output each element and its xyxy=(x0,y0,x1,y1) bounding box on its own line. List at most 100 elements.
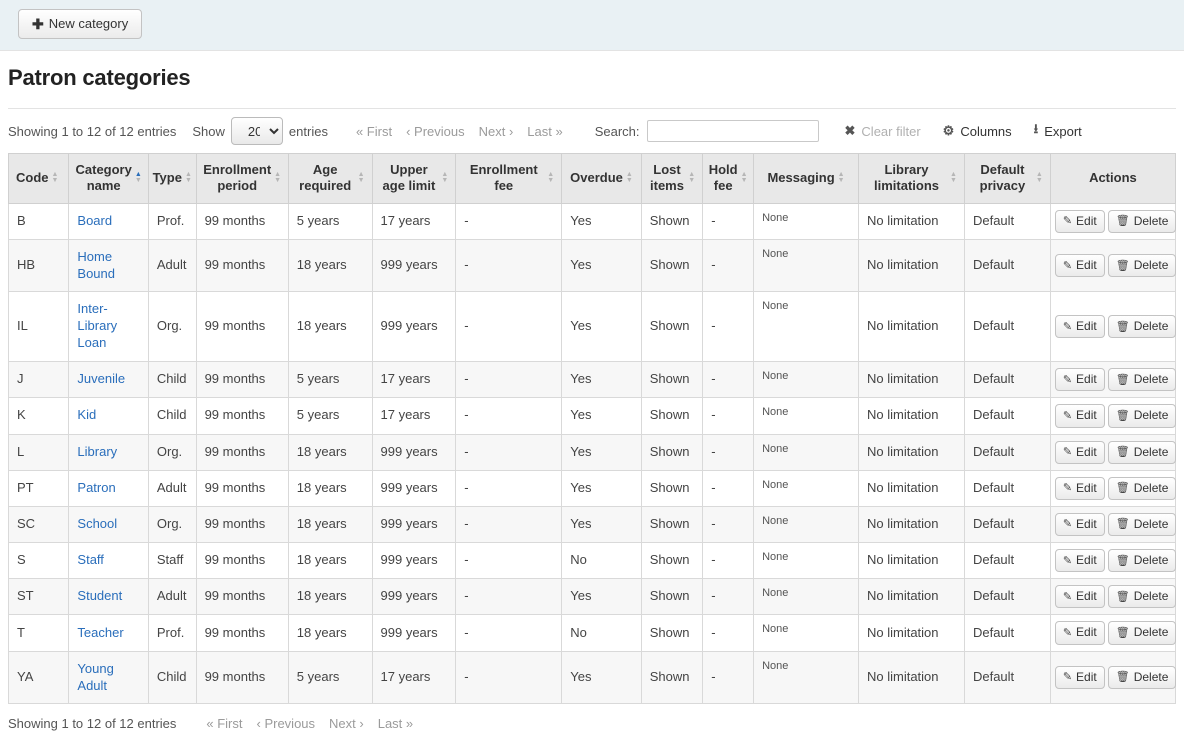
edit-button[interactable]: ✎Edit xyxy=(1055,585,1105,608)
column-header-library-limitations[interactable]: Library limitations▲▼ xyxy=(858,154,964,204)
page-length-select[interactable]: 102050100All xyxy=(231,117,283,145)
column-header-label: Upper age limit xyxy=(380,162,439,195)
delete-button[interactable]: 🗑Delete xyxy=(1108,254,1177,277)
cell-library-limitations: No limitation xyxy=(858,362,964,398)
pagination-last[interactable]: Last » xyxy=(527,124,562,139)
edit-button[interactable]: ✎Edit xyxy=(1055,315,1105,338)
export-button[interactable]: ⭳ Export xyxy=(1034,120,1082,142)
edit-label: Edit xyxy=(1076,320,1097,333)
edit-button[interactable]: ✎Edit xyxy=(1055,441,1105,464)
table-row: STStudentAdult99 months18 years999 years… xyxy=(9,579,1176,615)
gear-icon: ⚙ xyxy=(943,123,955,139)
column-header-messaging[interactable]: Messaging▲▼ xyxy=(754,154,859,204)
delete-button[interactable]: 🗑Delete xyxy=(1108,368,1177,391)
cell-messaging: None xyxy=(754,292,859,362)
cell-code: HB xyxy=(9,239,69,292)
column-header-enrollment-period[interactable]: Enrollment period▲▼ xyxy=(196,154,288,204)
column-header-default-privacy[interactable]: Default privacy▲▼ xyxy=(964,154,1050,204)
delete-button[interactable]: 🗑Delete xyxy=(1108,666,1177,689)
edit-button[interactable]: ✎Edit xyxy=(1055,549,1105,572)
export-label: Export xyxy=(1044,124,1082,139)
cell-age-required: 5 years xyxy=(288,203,372,239)
pagination-bottom-last[interactable]: Last » xyxy=(378,716,413,731)
datatable-buttons: ✖ Clear filter ⚙ Columns ⭳ Export xyxy=(845,120,1082,142)
cell-type: Org. xyxy=(148,434,196,470)
delete-button[interactable]: 🗑Delete xyxy=(1108,210,1177,233)
sort-indicator-icon: ▲▼ xyxy=(135,172,142,184)
category-name-link[interactable]: Student xyxy=(77,588,122,603)
delete-button[interactable]: 🗑Delete xyxy=(1108,549,1177,572)
table-row: PTPatronAdult99 months18 years999 years-… xyxy=(9,470,1176,506)
delete-button[interactable]: 🗑Delete xyxy=(1108,315,1177,338)
pagination-previous[interactable]: ‹ Previous xyxy=(406,124,465,139)
column-header-code[interactable]: Code▲▼ xyxy=(9,154,69,204)
search-label: Search: xyxy=(595,124,640,139)
edit-button[interactable]: ✎Edit xyxy=(1055,513,1105,536)
edit-button[interactable]: ✎Edit xyxy=(1055,666,1105,689)
category-name-link[interactable]: Library xyxy=(77,444,117,459)
search-input[interactable] xyxy=(647,120,819,142)
edit-button[interactable]: ✎Edit xyxy=(1055,477,1105,500)
new-category-button[interactable]: ✚ New category xyxy=(18,9,142,39)
cell-enrollment-fee: - xyxy=(456,362,562,398)
edit-button[interactable]: ✎Edit xyxy=(1055,404,1105,427)
edit-button[interactable]: ✎Edit xyxy=(1055,254,1105,277)
delete-button[interactable]: 🗑Delete xyxy=(1108,477,1177,500)
category-name-link[interactable]: Staff xyxy=(77,552,104,567)
category-name-link[interactable]: Young Adult xyxy=(77,661,113,693)
delete-button[interactable]: 🗑Delete xyxy=(1108,404,1177,427)
cell-lost-items: Shown xyxy=(641,434,702,470)
cell-actions: ✎Edit🗑Delete xyxy=(1050,203,1175,239)
cell-name: Inter-Library Loan xyxy=(69,292,148,362)
pagination-first[interactable]: « First xyxy=(356,124,392,139)
cell-enrollment-period: 99 months xyxy=(196,203,288,239)
trash-icon: 🗑 xyxy=(1116,518,1130,530)
new-category-label: New category xyxy=(49,17,128,31)
delete-button[interactable]: 🗑Delete xyxy=(1108,621,1177,644)
cell-name: School xyxy=(69,506,148,542)
category-name-link[interactable]: Board xyxy=(77,213,112,228)
column-header-overdue[interactable]: Overdue▲▼ xyxy=(562,154,641,204)
cell-library-limitations: No limitation xyxy=(858,292,964,362)
category-name-link[interactable]: Patron xyxy=(77,480,115,495)
sort-indicator-icon: ▲▼ xyxy=(274,172,281,184)
delete-button[interactable]: 🗑Delete xyxy=(1108,441,1177,464)
entries-info-bottom: Showing 1 to 12 of 12 entries xyxy=(8,716,176,731)
column-header-hold-fee[interactable]: Hold fee▲▼ xyxy=(703,154,754,204)
category-name-link[interactable]: Juvenile xyxy=(77,371,125,386)
category-name-link[interactable]: School xyxy=(77,516,117,531)
cell-overdue: Yes xyxy=(562,203,641,239)
cell-messaging: None xyxy=(754,434,859,470)
cell-default-privacy: Default xyxy=(964,203,1050,239)
category-name-link[interactable]: Home Bound xyxy=(77,249,115,281)
datatable-controls: Showing 1 to 12 of 12 entries Show 10205… xyxy=(8,109,1176,153)
column-header-upper-age-limit[interactable]: Upper age limit▲▼ xyxy=(372,154,456,204)
edit-button[interactable]: ✎Edit xyxy=(1055,210,1105,233)
edit-label: Edit xyxy=(1076,626,1097,639)
columns-button[interactable]: ⚙ Columns xyxy=(943,123,1012,139)
cell-default-privacy: Default xyxy=(964,506,1050,542)
pagination-next[interactable]: Next › xyxy=(479,124,514,139)
category-name-link[interactable]: Kid xyxy=(77,407,96,422)
category-name-link[interactable]: Inter-Library Loan xyxy=(77,301,117,350)
clear-filter-button[interactable]: ✖ Clear filter xyxy=(845,123,921,139)
cell-lost-items: Shown xyxy=(641,362,702,398)
column-header-lost-items[interactable]: Lost items▲▼ xyxy=(641,154,702,204)
cell-hold-fee: - xyxy=(703,239,754,292)
delete-button[interactable]: 🗑Delete xyxy=(1108,513,1177,536)
column-header-category-name[interactable]: Category name▲▼ xyxy=(69,154,148,204)
edit-button[interactable]: ✎Edit xyxy=(1055,621,1105,644)
delete-button[interactable]: 🗑Delete xyxy=(1108,585,1177,608)
column-header-type[interactable]: Type▲▼ xyxy=(148,154,196,204)
edit-button[interactable]: ✎Edit xyxy=(1055,368,1105,391)
column-header-enrollment-fee[interactable]: Enrollment fee▲▼ xyxy=(456,154,562,204)
category-name-link[interactable]: Teacher xyxy=(77,625,123,640)
delete-label: Delete xyxy=(1134,409,1169,422)
delete-label: Delete xyxy=(1134,554,1169,567)
pagination-bottom-previous[interactable]: ‹ Previous xyxy=(257,716,316,731)
pagination-bottom-first[interactable]: « First xyxy=(206,716,242,731)
cell-enrollment-fee: - xyxy=(456,239,562,292)
cell-type: Org. xyxy=(148,506,196,542)
pagination-bottom-next[interactable]: Next › xyxy=(329,716,364,731)
column-header-age-required[interactable]: Age required▲▼ xyxy=(288,154,372,204)
